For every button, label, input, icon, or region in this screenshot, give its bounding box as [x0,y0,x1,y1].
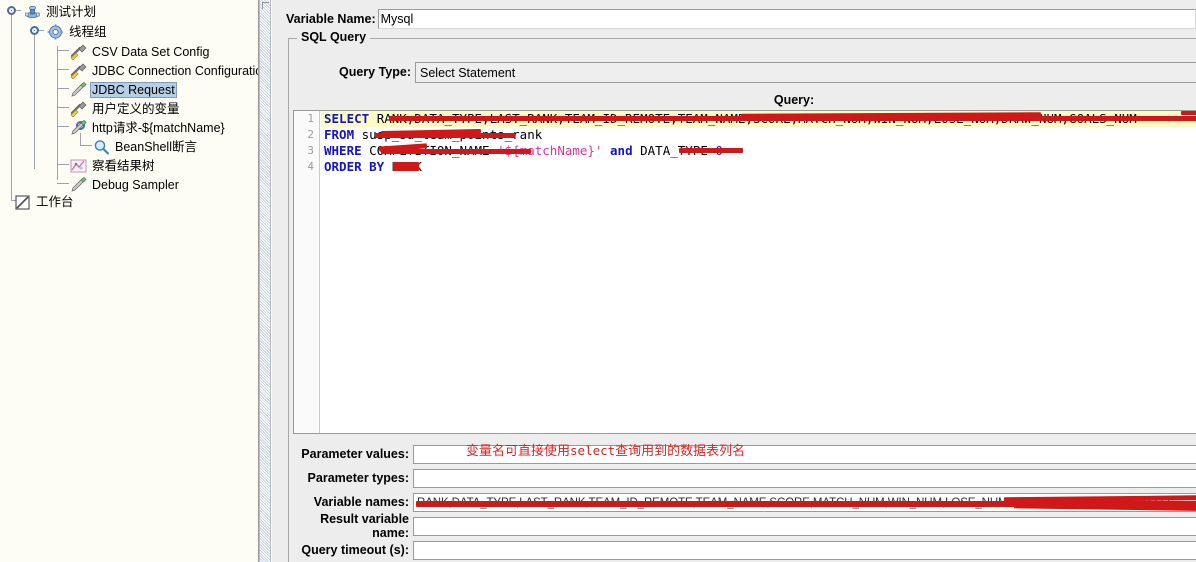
tree-item-label: http请求-${matchName} [92,121,225,135]
sql-line-4: ORDER BY RANK [321,159,1196,175]
sql-keyword-select: SELECT [324,111,370,126]
tree-item-jdbc-request[interactable]: JDBC Request [70,80,177,100]
parameter-types-row: Parameter types: [289,467,1196,489]
tree-item-workbench[interactable]: 工作台 [14,192,76,212]
annotation-part2: select [570,443,616,458]
sql-keyword-orderby: ORDER BY [324,159,385,174]
variable-name-label: Variable Name: [286,12,376,26]
annotation-part1: 变量名可直接使用 [466,443,571,458]
line-number: 2 [307,128,314,141]
tree-item-beanshell-assertion[interactable]: BeanShell断言 [93,137,199,157]
result-variable-name-input[interactable] [413,516,1196,536]
sql-line-1: SELECT RANK,DATA_TYPE,LAST_RANK,TEAM_ID_… [321,111,1196,127]
result-variable-name-row: Result variable name: [289,512,1196,540]
tree-item-label: 测试计划 [46,5,97,19]
tree-item-jdbc-connection-configuration[interactable]: JDBC Connection Configuration [70,61,259,81]
sql-text-editor[interactable]: 1 2 3 4 SELECT RANK,DATA_TYPE,LAST_RANK,… [293,110,1196,434]
tree-line [57,107,69,108]
tree-item-label: 察看结果树 [92,159,155,173]
tree-line [57,69,69,70]
parameter-types-label: Parameter types: [307,471,409,485]
tree-item-label: 线程组 [69,25,107,39]
line-number: 1 [307,112,314,125]
split-pane-divider[interactable] [259,0,271,562]
tree-item-label: CSV Data Set Config [92,45,210,59]
sampler-pen-icon [70,176,87,193]
tree-line [57,46,58,180]
line-number: 4 [307,160,314,173]
parameter-values-label: Parameter values: [301,447,409,461]
tree-item-http-request[interactable]: http请求-${matchName} [70,118,227,138]
sql-line-3: WHERE COMPETITION_NAME='${matchName}' an… [321,143,1196,159]
query-timeout-row: Query timeout (s): [289,539,1196,561]
tree-line [57,50,69,51]
variable-name-input[interactable]: Mysql [377,9,1196,29]
tree-line [34,26,35,169]
annotation-part3: 查询用到的数据表列名 [615,443,746,458]
sampler-pen-icon [70,81,87,98]
tree-expand-handle-thread-group[interactable] [30,26,39,35]
variable-names-label: Variable names: [313,495,409,509]
tree-item-thread-group[interactable]: 线程组 [47,22,109,42]
result-variable-name-label: Result variable name: [320,512,409,540]
sql-query-group-title: SQL Query [297,30,371,44]
tree-line [80,145,92,146]
query-type-label: Query Type: [338,65,411,79]
test-plan-icon [24,4,41,20]
query-timeout-label: Query timeout (s): [301,543,409,557]
tree-item-user-defined-variables[interactable]: 用户定义的变量 [70,99,182,119]
tree-line [57,183,69,184]
tree-item-label: JDBC Connection Configuration [92,64,259,78]
redaction-mark [679,148,743,153]
config-wrench-icon [70,44,87,61]
query-type-row: Query Type: Select Statement [289,61,1196,83]
query-timeout-input[interactable] [413,540,1196,560]
jdbc-request-editor: Variable Name: Mysql SQL Query Query Typ… [272,0,1196,562]
tree-item-csv-data-set-config[interactable]: CSV Data Set Config [70,42,211,62]
tree-line [57,126,69,127]
tree-expand-handle-test-plan[interactable] [7,6,16,15]
config-wrench-icon [70,101,87,118]
tree-item-view-results-tree[interactable]: 察看结果树 [70,156,157,176]
query-type-combo[interactable]: Select Statement [415,61,1196,83]
config-wrench-icon [70,63,87,80]
query-caption: Query: [773,93,815,107]
variable-name-row: Variable Name: Mysql [286,8,1196,30]
tree-item-label: 用户定义的变量 [92,102,180,116]
tree-item-label: 工作台 [36,195,74,209]
tree-item-label: BeanShell断言 [115,140,197,154]
tree-item-label: Debug Sampler [92,178,179,192]
sql-keyword-from: FROM [324,127,355,142]
tree-item-label: JDBC Request [90,82,177,98]
tree-line [57,164,69,165]
thread-group-gear-icon [47,24,64,40]
tree-item-test-plan[interactable]: 测试计划 [24,2,98,22]
tree-line [57,88,69,89]
divider-grip[interactable] [262,2,269,9]
sql-code-area[interactable]: SELECT RANK,DATA_TYPE,LAST_RANK,TEAM_ID_… [321,111,1196,433]
tree-line [11,14,12,200]
assertion-magnifier-icon [93,139,110,155]
variable-names-row: Variable names: RANK,DATA_TYPE,LAST_RANK… [289,491,1196,513]
tree-item-debug-sampler[interactable]: Debug Sampler [70,175,181,195]
sql-line-2: FROM susp_su_team_points_rank [321,127,1196,143]
sampler-pen-icon [70,119,87,136]
parameter-types-input[interactable] [413,468,1196,488]
sql-keyword-where: WHERE [324,143,362,158]
test-plan-tree-panel[interactable]: 测试计划 线程组 CSV Data Set Config JDBC Connec… [0,0,259,562]
annotation-note: 变量名可直接使用select查询用到的数据表列名 [466,440,745,459]
jmeter-window: 测试计划 线程组 CSV Data Set Config JDBC Connec… [0,0,1196,562]
listener-chart-icon [70,158,87,174]
workbench-icon [14,194,31,210]
variable-names-input[interactable]: RANK,DATA_TYPE,LAST_RANK,TEAM_ID_REMOTE,… [413,492,1196,512]
line-number: 3 [307,144,314,157]
redaction-mark [393,162,419,171]
sql-query-groupbox: SQL Query Query Type: Select Statement Q… [288,30,1196,562]
sql-keyword-and: and [610,143,633,158]
line-number-gutter: 1 2 3 4 [294,111,320,433]
